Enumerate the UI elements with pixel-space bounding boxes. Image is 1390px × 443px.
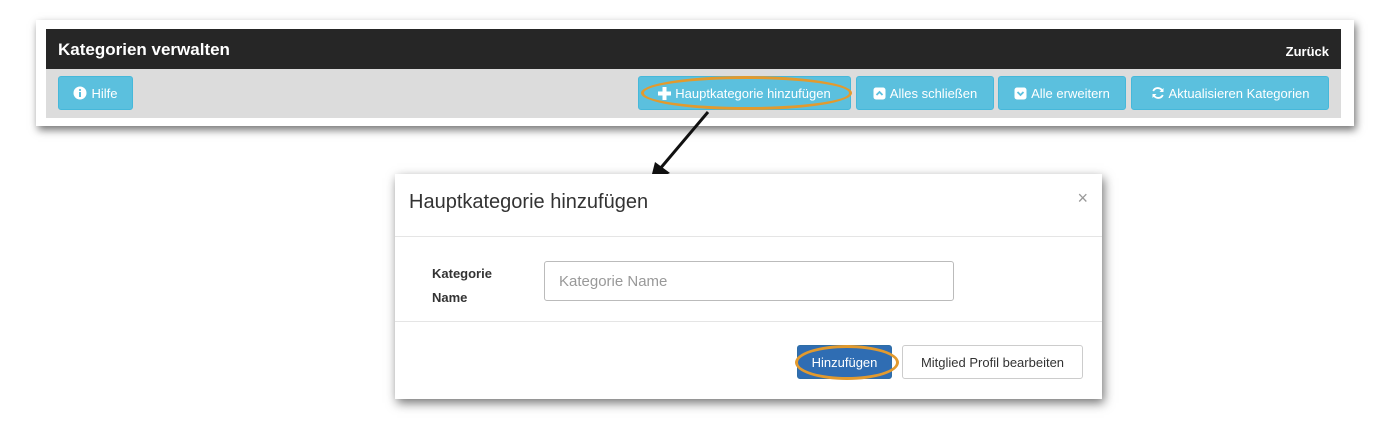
category-name-input[interactable] <box>544 261 954 301</box>
add-button[interactable]: Hinzufügen <box>797 345 892 379</box>
category-name-label-line2: Name <box>432 290 468 305</box>
category-name-label: Kategorie Name <box>432 262 522 310</box>
add-category-modal: Hauptkategorie hinzufügen × Kategorie Na… <box>395 174 1102 399</box>
modal-header-divider <box>395 236 1102 237</box>
close-icon[interactable]: × <box>1077 188 1088 209</box>
modal-title: Hauptkategorie hinzufügen <box>409 191 649 213</box>
modal-footer-divider <box>395 321 1102 322</box>
edit-member-profile-button[interactable]: Mitglied Profil bearbeiten <box>902 345 1083 379</box>
category-name-label-line1: Kategorie <box>432 266 492 281</box>
